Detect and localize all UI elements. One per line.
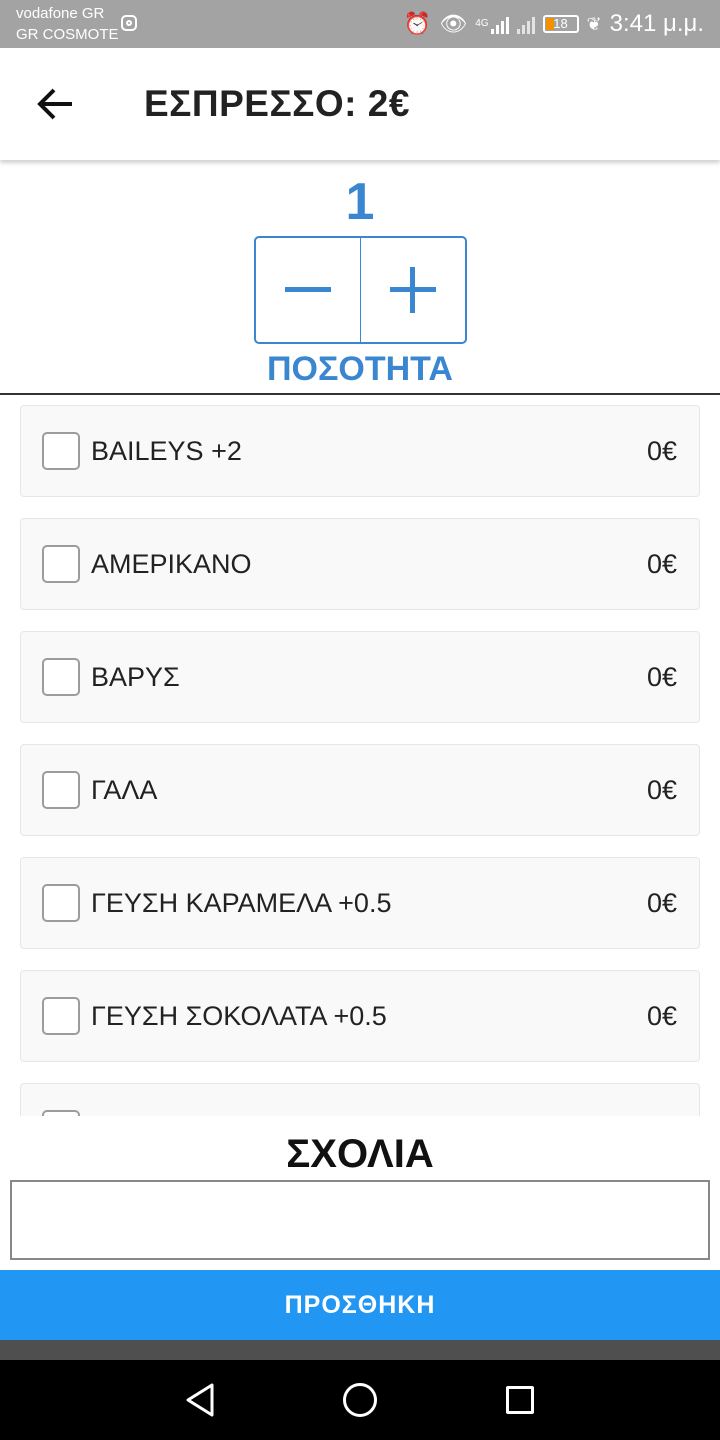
option-label: ΓΕΥΣΗ ΣΟΚΟΛΑΤΑ +0.5: [91, 1001, 387, 1031]
checkbox[interactable]: [42, 432, 80, 470]
list-item[interactable]: ΓΕΥΣΗ ΚΑΡΑΜΕΛΑ +0.5 0€: [20, 857, 700, 949]
increase-button[interactable]: [361, 238, 465, 342]
clock: 3:41 μ.μ.: [609, 10, 704, 37]
checkbox[interactable]: [42, 997, 80, 1035]
option-label: BAILEYS +2: [91, 436, 242, 466]
system-nav-bar: [0, 1360, 720, 1440]
option-price: 0€: [646, 888, 677, 918]
checkbox[interactable]: [42, 1110, 80, 1116]
network-type: 4G: [475, 18, 489, 29]
bottom-shadow-band: [0, 1340, 720, 1360]
option-price: 0€: [646, 662, 677, 692]
quantity-label: ΠΟΣΟΤΗΤΑ: [267, 350, 453, 388]
nav-back-icon[interactable]: [184, 1382, 216, 1418]
quantity-value: 1: [345, 173, 375, 231]
list-item[interactable]: BAILEYS +2 0€: [20, 405, 700, 497]
option-price: 0€: [646, 775, 677, 805]
plus-icon: [390, 267, 436, 313]
list-item[interactable]: ΒΑΡΥΣ 0€: [20, 631, 700, 723]
app-bar: ΕΣΠΡΕΣΣΟ: 2€: [0, 48, 720, 160]
alarm-icon: ⏰: [403, 11, 432, 36]
list-item[interactable]: ΓΑΛΑ 0€: [20, 744, 700, 836]
status-icons: ⏰ 👁 4G 18 ❦ 3:41 μ.μ.: [404, 8, 704, 40]
option-label: ΒΑΡΥΣ: [91, 662, 180, 692]
leaf-icon: ❦: [586, 14, 602, 34]
option-price: 0€: [646, 1001, 677, 1031]
minus-icon: [285, 287, 331, 292]
quantity-stepper: [254, 236, 467, 344]
eye-comfort-icon: 👁: [439, 11, 468, 36]
checkbox[interactable]: [42, 658, 80, 696]
list-item-partial[interactable]: [20, 1083, 700, 1116]
option-price: 0€: [646, 436, 677, 466]
carrier-secondary: GR COSMOTE: [16, 26, 119, 43]
list-item[interactable]: ΓΕΥΣΗ ΣΟΚΟΛΑΤΑ +0.5 0€: [20, 970, 700, 1062]
signal-1-icon: [490, 14, 509, 34]
comments-label: ΣΧΟΛΙΑ: [286, 1132, 434, 1176]
checkbox[interactable]: [42, 545, 80, 583]
comments-field[interactable]: [10, 1180, 710, 1260]
options-list[interactable]: BAILEYS +2 0€ ΑΜΕΡΙΚΑΝΟ 0€ ΒΑΡΥΣ 0€ ΓΑΛΑ…: [0, 395, 720, 1116]
back-arrow-icon[interactable]: [36, 86, 76, 122]
add-button[interactable]: ΠΡΟΣΘΗΚΗ: [0, 1270, 720, 1340]
signal-2-icon: [516, 14, 535, 34]
option-price: 0€: [646, 549, 677, 579]
option-label: ΓΑΛΑ: [91, 775, 158, 805]
nav-recents-icon[interactable]: [506, 1386, 534, 1414]
checkbox[interactable]: [42, 771, 80, 809]
instagram-notification-icon: [121, 15, 137, 31]
checkbox[interactable]: [42, 884, 80, 922]
page-title: ΕΣΠΡΕΣΣΟ: 2€: [144, 83, 410, 124]
decrease-button[interactable]: [256, 238, 360, 342]
option-label: ΑΜΕΡΙΚΑΝΟ: [91, 549, 252, 579]
carrier-primary: vodafone GR: [16, 5, 105, 22]
status-bar: vodafone GR GR COSMOTE ⏰ 👁 4G 18 ❦ 3:41 …: [0, 0, 720, 48]
option-label: ΓΕΥΣΗ ΚΑΡΑΜΕΛΑ +0.5: [91, 888, 392, 918]
nav-home-icon[interactable]: [343, 1383, 377, 1417]
list-item[interactable]: ΑΜΕΡΙΚΑΝΟ 0€: [20, 518, 700, 610]
battery-icon: 18: [542, 15, 579, 33]
